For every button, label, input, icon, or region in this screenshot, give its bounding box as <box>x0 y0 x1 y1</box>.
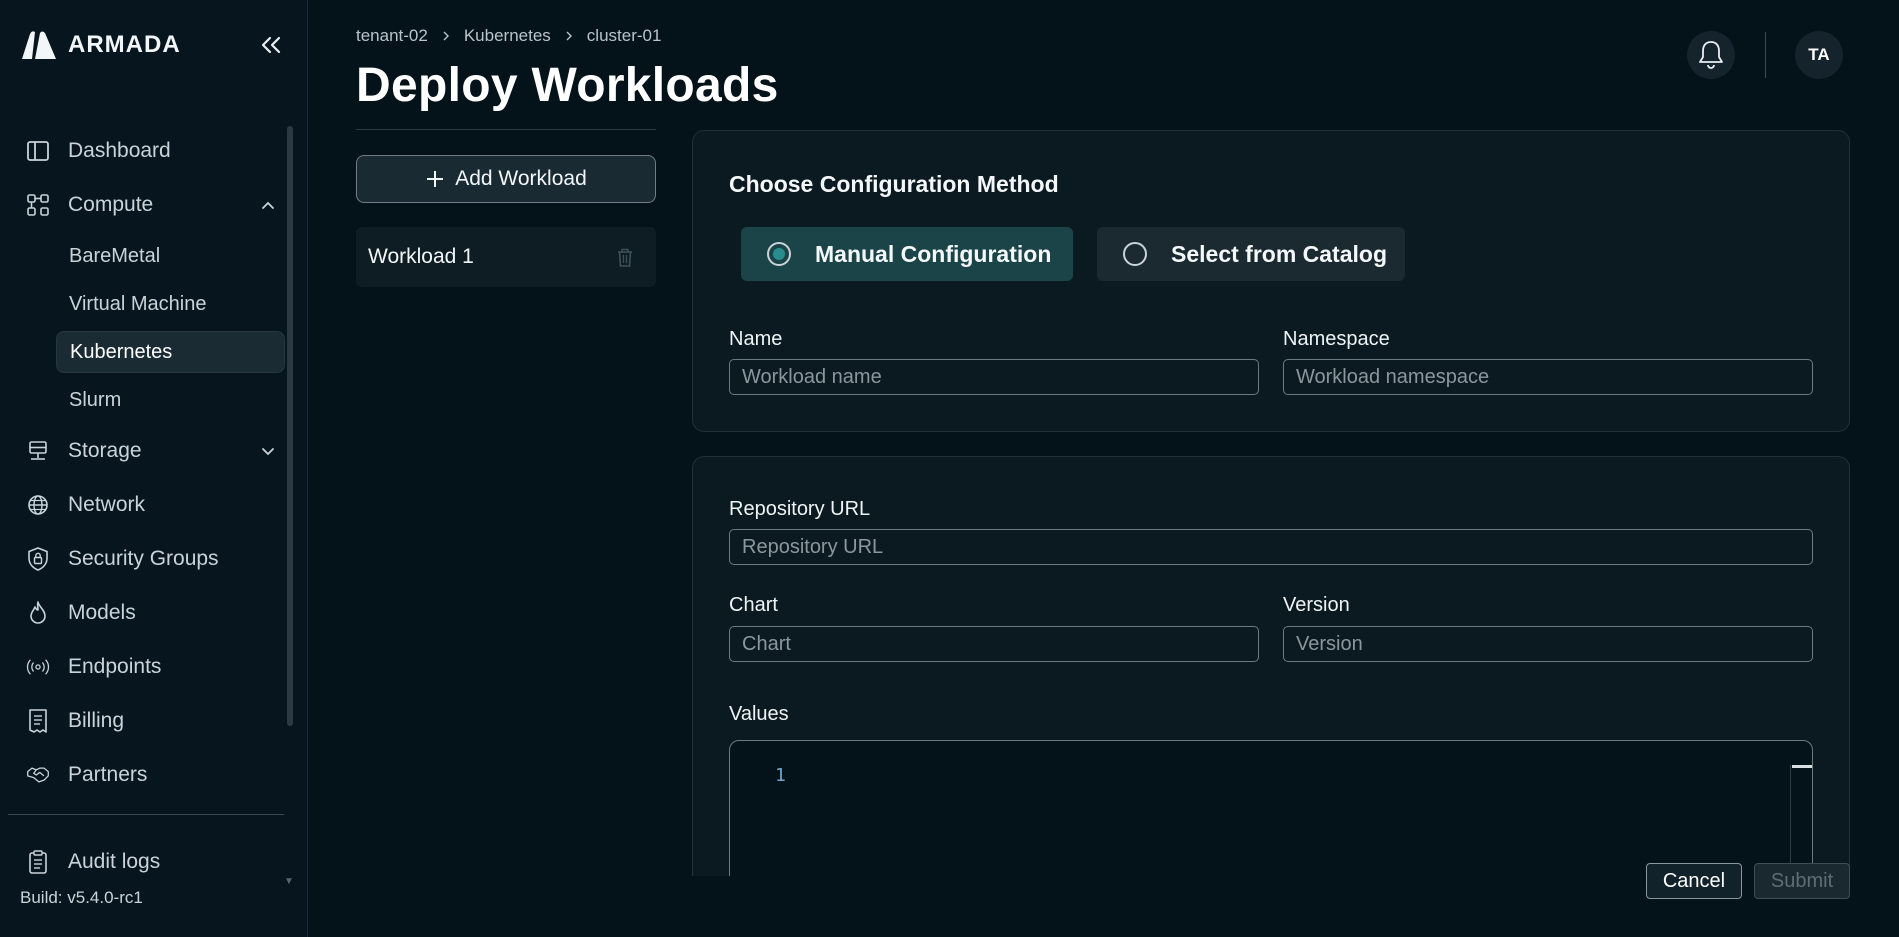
sidebar: ARMADA Dashboard Compute BareMetal Virtu… <box>0 0 308 937</box>
broadcast-icon <box>26 655 50 679</box>
chevrons-left-icon <box>261 36 281 54</box>
submit-button[interactable]: Submit <box>1754 863 1850 899</box>
plus-icon <box>427 171 444 187</box>
workload-list-item[interactable]: Workload 1 <box>356 227 656 287</box>
sidebar-item-models[interactable]: Models <box>0 586 290 640</box>
workload-label: Workload 1 <box>368 245 474 268</box>
clipboard-icon <box>26 850 50 874</box>
configuration-method-title: Choose Configuration Method <box>729 171 1059 197</box>
name-label: Name <box>729 328 783 350</box>
audit-logs-link[interactable]: Audit logs <box>0 835 160 889</box>
chevron-up-icon <box>262 201 274 209</box>
sidebar-item-label: Models <box>68 601 136 624</box>
repository-url-label: Repository URL <box>729 498 871 520</box>
breadcrumb-tenant[interactable]: tenant-02 <box>356 26 428 46</box>
sidebar-item-label: Storage <box>68 439 142 462</box>
handshake-icon <box>26 763 50 787</box>
scroll-down-arrow-icon[interactable]: ▼ <box>284 876 294 887</box>
chart-label: Chart <box>729 594 778 616</box>
chart-input[interactable] <box>729 626 1259 662</box>
sidebar-item-label: Billing <box>68 709 125 732</box>
storage-icon <box>26 439 50 463</box>
receipt-icon <box>26 709 50 733</box>
add-workload-label: Add Workload <box>455 167 587 190</box>
sidebar-item-kubernetes[interactable]: Kubernetes <box>56 331 285 373</box>
editor-scrollbar[interactable] <box>1790 765 1812 876</box>
sidebar-item-network[interactable]: Network <box>0 478 290 532</box>
sidebar-item-billing[interactable]: Billing <box>0 694 290 748</box>
build-version: Build: v5.4.0-rc1 <box>20 888 143 907</box>
flame-icon <box>26 601 50 625</box>
sidebar-item-security-groups[interactable]: Security Groups <box>0 532 290 586</box>
bell-icon <box>1699 41 1723 69</box>
editor-line-number: 1 <box>775 765 786 786</box>
manual-configuration-option[interactable]: Manual Configuration <box>741 227 1073 281</box>
sidebar-item-partners[interactable]: Partners <box>0 748 290 802</box>
compute-icon <box>26 193 50 217</box>
select-from-catalog-option[interactable]: Select from Catalog <box>1097 227 1405 281</box>
repository-url-input[interactable] <box>729 529 1813 565</box>
header-divider <box>1765 32 1766 78</box>
breadcrumb-kubernetes[interactable]: Kubernetes <box>464 26 551 46</box>
sidebar-item-audit-logs[interactable]: Audit logs <box>0 835 160 889</box>
chevron-right-icon <box>443 31 449 41</box>
brand-name: ARMADA <box>68 31 181 58</box>
notifications-button[interactable] <box>1687 31 1735 79</box>
chart-configuration-card: Repository URL Chart Version Values 1 <box>692 456 1850 876</box>
version-label: Version <box>1283 594 1350 616</box>
add-workload-button[interactable]: Add Workload <box>356 155 656 203</box>
cancel-button[interactable]: Cancel <box>1646 863 1742 899</box>
select-from-catalog-label: Select from Catalog <box>1171 240 1387 267</box>
sidebar-item-label: Compute <box>68 193 154 216</box>
values-label: Values <box>729 703 789 725</box>
sidebar-item-endpoints[interactable]: Endpoints <box>0 640 290 694</box>
avatar[interactable]: TA <box>1795 31 1843 79</box>
sidebar-item-dashboard[interactable]: Dashboard <box>0 124 290 178</box>
chevron-down-icon <box>262 448 274 456</box>
values-code-editor[interactable]: 1 <box>729 740 1813 876</box>
namespace-label: Namespace <box>1283 328 1390 350</box>
radio-selected-icon <box>767 242 791 266</box>
sidebar-item-label: Endpoints <box>68 655 162 678</box>
dashboard-icon <box>26 139 50 163</box>
configuration-method-card: Choose Configuration Method Manual Confi… <box>692 130 1850 432</box>
name-input[interactable] <box>729 359 1259 395</box>
namespace-input[interactable] <box>1283 359 1813 395</box>
page-title: Deploy Workloads <box>356 59 779 112</box>
radio-unselected-icon <box>1123 242 1147 266</box>
sidebar-item-storage[interactable]: Storage <box>0 424 290 478</box>
sidebar-item-label: Dashboard <box>68 139 171 162</box>
chevron-right-icon <box>566 31 572 41</box>
collapse-sidebar-button[interactable] <box>256 30 286 60</box>
version-input[interactable] <box>1283 626 1813 662</box>
sidebar-item-virtual-machine[interactable]: Virtual Machine <box>0 280 290 328</box>
workload-list-divider <box>356 129 656 130</box>
sidebar-item-slurm[interactable]: Slurm <box>0 376 290 424</box>
sidebar-item-label: Security Groups <box>68 547 219 570</box>
manual-configuration-label: Manual Configuration <box>815 240 1052 267</box>
sidebar-divider <box>8 814 284 815</box>
audit-logs-label: Audit logs <box>68 850 161 873</box>
globe-icon <box>26 493 50 517</box>
armada-logo-icon <box>22 31 56 59</box>
trash-icon[interactable] <box>614 246 636 268</box>
app-root: ARMADA Dashboard Compute BareMetal Virtu… <box>0 0 1899 937</box>
sidebar-item-baremetal[interactable]: BareMetal <box>0 232 290 280</box>
breadcrumb: tenant-02 Kubernetes cluster-01 <box>356 26 661 46</box>
sidebar-item-label: Partners <box>68 763 148 786</box>
sidebar-nav: Dashboard Compute BareMetal Virtual Mach… <box>0 124 290 802</box>
sidebar-item-compute[interactable]: Compute <box>0 178 290 232</box>
editor-scroll-thumb[interactable] <box>1792 765 1812 768</box>
brand[interactable]: ARMADA <box>20 30 181 60</box>
sidebar-item-label: Network <box>68 493 146 516</box>
shield-lock-icon <box>26 547 50 571</box>
breadcrumb-cluster[interactable]: cluster-01 <box>587 26 662 46</box>
